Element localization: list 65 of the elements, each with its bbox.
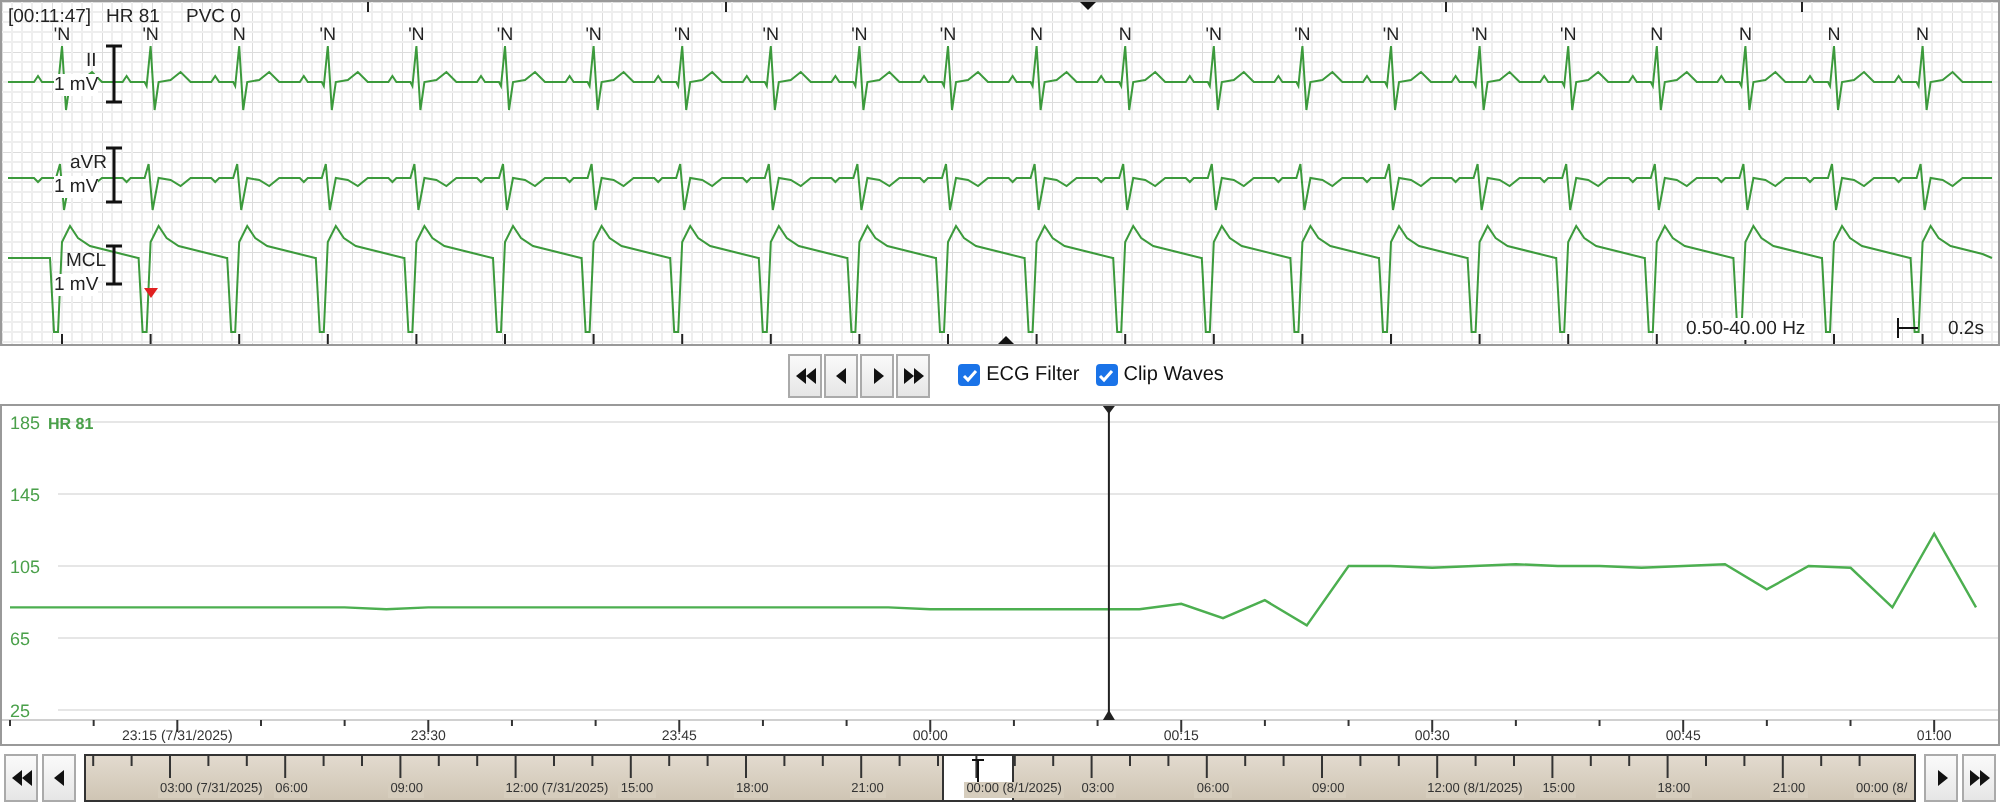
pvc-count: PVC 0 [186,6,241,28]
beat-label: N [232,24,246,46]
beat-label: 'N [496,24,514,46]
beat-label: 'N [1382,24,1400,46]
y-axis-label: 105 [10,557,41,577]
beat-label: 'N [762,24,779,46]
cursor-marker-icon [1080,2,1096,10]
beat-label: 'N [142,24,159,46]
series-label: HR 81 [48,415,94,433]
step-forward-button[interactable] [860,353,895,397]
y-axis-label: 185 [10,413,41,433]
beat-label: 'N [319,24,336,46]
time-scale-label: 0.2s [1948,318,1984,340]
rewind-icon [11,767,31,787]
beat-label: 'N [585,24,602,46]
beat-label: 'N [939,24,957,46]
marker-icon [144,288,158,298]
scale-bar [1897,317,1919,339]
beat-label: 'N [851,24,868,46]
lead-label: II [86,50,97,72]
fast-forward-icon [1969,767,1989,787]
rewind-button[interactable] [4,753,38,801]
scale-label: 1 mV [54,74,99,96]
fast-forward-button[interactable] [896,353,931,397]
beat-label: N [1916,24,1930,46]
checkbox[interactable] [958,364,981,386]
y-axis-label: 145 [10,485,41,505]
rewind-icon [795,365,816,385]
lead-label: MCL [66,250,107,272]
calibration-bar [104,146,124,204]
beat-label: N [1827,24,1841,46]
beat-label: 'N [1559,24,1577,46]
checkbox[interactable] [1095,364,1118,386]
step-back-button[interactable] [824,353,859,397]
beat-label: 'N [53,24,71,46]
y-axis-label: 65 [10,629,31,649]
checkbox-label: Clip Waves [1123,364,1224,386]
filter-label: 0.50-40.00 Hz [1686,318,1806,340]
beat-label: 'N [1294,24,1311,46]
beat-label: 'N [408,24,425,46]
scale-label: 1 mV [54,176,99,198]
beat-label: 'N [673,24,691,46]
beat-label: N [1030,24,1044,46]
beat-label: 'N [1471,24,1488,46]
fast-forward-icon [903,365,924,385]
beat-label: N [1650,24,1664,46]
step-back-icon [831,365,852,385]
beat-label: N [1118,24,1132,46]
calibration-bar [104,44,124,104]
cursor-line[interactable] [1102,406,1115,720]
cursor-marker-icon [998,336,1014,344]
rewind-button[interactable] [788,353,823,397]
step-forward-button[interactable] [1924,753,1958,801]
scale-label: 1 mV [54,274,99,296]
step-back-button[interactable] [42,753,76,801]
heart-rate: HR 81 [106,6,160,28]
calibration-bar [104,244,124,286]
timestamp: [00:11:47] [8,6,92,28]
checkbox-label: ECG Filter [986,364,1080,386]
lead-label: aVR [70,152,107,174]
beat-label: N [1738,24,1752,46]
beat-label: 'N [1205,24,1222,46]
step-back-icon [49,767,69,787]
fast-forward-button[interactable] [1962,753,1996,801]
y-axis-label: 25 [10,701,31,721]
